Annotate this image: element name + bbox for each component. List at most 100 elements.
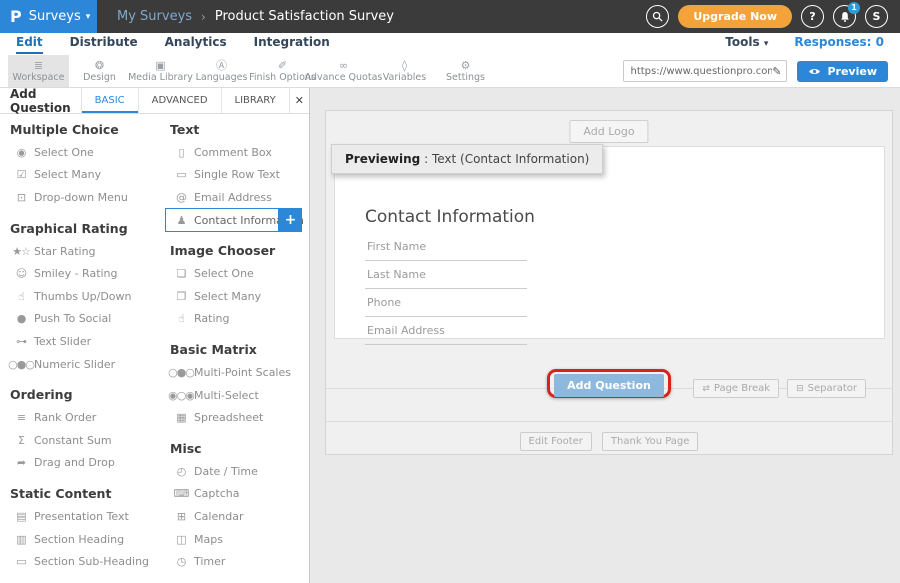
responses-count[interactable]: Responses: 0 (794, 35, 884, 49)
tab-basic[interactable]: BASIC (81, 88, 138, 113)
question-type-section-sub-heading[interactable]: ▭Section Sub-Heading (10, 550, 160, 573)
question-type-email-address[interactable]: @Email Address (170, 186, 309, 209)
question-type-label: Timer (194, 555, 225, 568)
nav-tab-integration[interactable]: Integration (254, 35, 330, 54)
surveys-menu[interactable]: Surveys ▾ (29, 9, 91, 24)
question-type-maps[interactable]: ◫Maps (170, 528, 309, 551)
nav-tab-edit[interactable]: Edit (16, 35, 43, 54)
toolbar-item-media-library[interactable]: ▣Media Library (130, 55, 191, 87)
breadcrumb-my-surveys[interactable]: My Surveys (117, 9, 192, 24)
question-type-numeric-slider[interactable]: ○●○Numeric Slider (10, 353, 160, 376)
thank-you-page-button[interactable]: Thank You Page (602, 432, 699, 451)
question-type-rank-order[interactable]: ≡Rank Order (10, 406, 160, 429)
question-type-star-rating[interactable]: ★☆Star Rating (10, 240, 160, 263)
question-type-comment-box[interactable]: ▯Comment Box (170, 141, 309, 164)
question-type-section-heading[interactable]: ▥Section Heading (10, 528, 160, 551)
chevron-down-icon: ▾ (764, 39, 769, 49)
preview-button[interactable]: Preview (797, 61, 888, 82)
question-type-constant-sum[interactable]: ΣConstant Sum (10, 429, 160, 452)
separator-icon: ⊟ (796, 384, 804, 394)
question-type-label: Presentation Text (34, 510, 129, 523)
toolbar-item-workspace[interactable]: ≣Workspace (8, 55, 69, 87)
question-type-thumbs-up-down[interactable]: ☝Thumbs Up/Down (10, 285, 160, 308)
presentation-text-icon: ▤ (10, 510, 32, 523)
question-type-image-rating[interactable]: ☝Rating (170, 308, 309, 331)
form-field-first-name[interactable]: First Name (365, 240, 527, 261)
question-type-date-time[interactable]: ◴Date / Time (170, 460, 309, 483)
question-type-label: Constant Sum (34, 434, 112, 447)
edit-url-icon[interactable]: ✎ (772, 65, 781, 78)
tools-menu[interactable]: Tools ▾ (725, 35, 768, 49)
question-type-drag-and-drop[interactable]: ➦Drag and Drop (10, 452, 160, 475)
selected-question-type[interactable]: ♟Contact Information+ (165, 208, 302, 232)
page-body: Add Question BASIC ADVANCED LIBRARY ✕ Mu… (0, 88, 900, 583)
question-type-label: Date / Time (194, 465, 258, 478)
question-type-smiley-rating[interactable]: ☺Smiley - Rating (10, 262, 160, 285)
question-type-image-select-one[interactable]: ❏Select One (170, 262, 309, 285)
question-type-label: Rating (194, 312, 229, 325)
toolbar-item-label: Languages (196, 72, 248, 83)
workspace-icon: ≣ (34, 59, 43, 72)
question-type-timer[interactable]: ◷Timer (170, 550, 309, 573)
toolbar-item-advance-quotas[interactable]: ∞Advance Quotas (313, 55, 374, 87)
question-type-label: Select One (34, 146, 94, 159)
question-type-drop-down-menu[interactable]: ⊡Drop-down Menu (10, 186, 160, 209)
add-contact-information-button[interactable]: + (279, 208, 302, 232)
edit-footer-button[interactable]: Edit Footer (520, 432, 592, 451)
search-button[interactable] (646, 5, 669, 28)
add-logo-button[interactable]: Add Logo (569, 120, 648, 143)
form-field-phone[interactable]: Phone (365, 296, 527, 317)
user-avatar[interactable]: S (865, 5, 888, 28)
question-type-image-select-many[interactable]: ❐Select Many (170, 285, 309, 308)
question-type-multi-point-scales[interactable]: ○●○Multi-Point Scales (170, 361, 309, 384)
toolbar-item-settings[interactable]: ⚙Settings (435, 55, 496, 87)
question-type-push-to-social[interactable]: ●Push To Social (10, 308, 160, 331)
question-type-captcha[interactable]: ⌨Captcha (170, 483, 309, 506)
previewing-tooltip-rest: : Text (Contact Information) (420, 152, 589, 166)
app-logo-block[interactable]: P Surveys ▾ (0, 0, 97, 33)
add-question-button[interactable]: Add Question (554, 374, 664, 397)
question-type-select-one[interactable]: ◉Select One (10, 141, 160, 164)
section-heading-icon: ▥ (10, 533, 32, 546)
variables-icon: ◊ (402, 59, 407, 72)
bell-icon (839, 11, 851, 23)
nav-tab-distribute[interactable]: Distribute (70, 35, 138, 54)
survey-url-field[interactable]: https://www.questionpro.com/t/AP53kZgUI … (623, 60, 787, 82)
survey-url-value: https://www.questionpro.com/t/AP53kZgUI (630, 66, 772, 77)
question-type-label: Drop-down Menu (34, 191, 128, 204)
contact-information-form: Contact Information First NameLast NameP… (365, 207, 535, 352)
tab-advanced[interactable]: ADVANCED (138, 88, 221, 113)
surveys-menu-label: Surveys (29, 9, 81, 24)
upgrade-now-button[interactable]: Upgrade Now (678, 5, 792, 28)
notifications-button[interactable]: 1 (833, 5, 856, 28)
question-type-text-slider[interactable]: ⊶Text Slider (10, 330, 160, 353)
question-type-spreadsheet[interactable]: ▦Spreadsheet (170, 406, 309, 429)
form-field-last-name[interactable]: Last Name (365, 268, 527, 289)
help-button[interactable]: ? (801, 5, 824, 28)
toolbar-item-languages[interactable]: ⒶLanguages (191, 55, 252, 87)
separator-button[interactable]: ⊟ Separator (787, 379, 866, 398)
question-type-select-many[interactable]: ☑Select Many (10, 164, 160, 187)
email-address-icon: @ (170, 191, 192, 204)
question-type-label: Thumbs Up/Down (34, 290, 132, 303)
tab-library[interactable]: LIBRARY (221, 88, 289, 113)
add-question-panel-header: Add Question BASIC ADVANCED LIBRARY ✕ (0, 88, 309, 114)
page-break-button[interactable]: ⇄ Page Break (693, 379, 779, 398)
toolbar-item-variables[interactable]: ◊Variables (374, 55, 435, 87)
toolbar-item-design[interactable]: ❂Design (69, 55, 130, 87)
section-title-basic-matrix: Basic Matrix (170, 342, 309, 357)
close-panel-button[interactable]: ✕ (289, 88, 309, 113)
question-type-calendar[interactable]: ⊞Calendar (170, 505, 309, 528)
question-type-multi-select[interactable]: ◉○◉Multi-Select (170, 384, 309, 407)
nav-tab-analytics[interactable]: Analytics (165, 35, 227, 54)
question-type-single-row-text[interactable]: ▭Single Row Text (170, 164, 309, 187)
numeric-slider-icon: ○●○ (10, 358, 32, 371)
media-library-icon: ▣ (155, 59, 165, 72)
question-type-contact-information[interactable]: ♟Contact Information (165, 208, 279, 232)
form-field-email-address[interactable]: Email Address (365, 324, 527, 345)
question-type-contact-information-selected: ♟Contact Information+ (170, 209, 309, 232)
push-to-social-icon: ● (10, 312, 32, 325)
settings-icon: ⚙ (461, 59, 471, 72)
toolbar-item-label: Settings (446, 72, 485, 83)
question-type-presentation-text[interactable]: ▤Presentation Text (10, 505, 160, 528)
